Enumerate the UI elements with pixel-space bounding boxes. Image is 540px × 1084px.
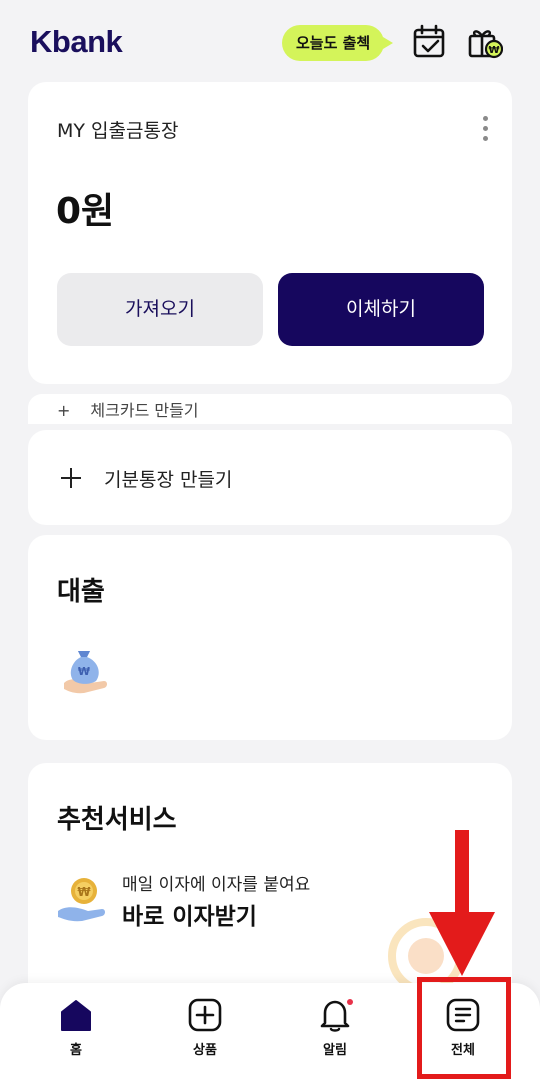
recommend-subtitle: 매일 이자에 이자를 붙여요 [122,875,311,895]
plus-square-icon [188,998,222,1032]
nav-home[interactable]: 홈 [36,997,116,1058]
account-card[interactable]: MY 입출금통장 0원 가져오기 이체하기 [28,82,512,384]
menu-list-icon [446,998,480,1032]
create-basic-account-card[interactable]: 기분통장 만들기 [28,430,512,525]
account-name: MY 입출금통장 [57,120,179,142]
calendar-check-icon[interactable] [412,24,448,60]
nav-home-label: 홈 [70,1043,82,1058]
loan-card[interactable]: 대출 ₩ [28,535,512,740]
loan-title: 대출 [57,577,105,607]
fetch-button[interactable]: 가져오기 [57,273,263,346]
nav-product-label: 상품 [193,1043,217,1058]
money-bag-icon[interactable]: ₩ [60,643,110,695]
nav-product[interactable]: 상품 [165,997,245,1058]
basic-account-label: 기분통장 만들기 [104,469,233,491]
svg-text:₩: ₩ [77,885,91,899]
plus-icon: + [57,401,71,420]
check-card-create-item[interactable]: + 체크카드 만들기 [28,394,512,424]
gift-won-icon[interactable]: ₩ [467,24,503,60]
kbank-logo: Kbank [30,24,123,59]
attendance-badge[interactable]: 오늘도 출첵 [282,25,394,61]
svg-text:₩: ₩ [78,665,90,678]
nav-all-label: 전체 [451,1043,475,1058]
home-icon [61,1000,91,1031]
nav-alert[interactable]: 알림 [295,997,375,1058]
nav-all[interactable]: 전체 [423,997,503,1058]
app-header: Kbank 오늘도 출첵 ₩ [0,0,540,82]
more-options-icon[interactable] [480,116,490,146]
bottom-navigation: 홈 상품 알림 전체 [0,983,540,1084]
transfer-button[interactable]: 이체하기 [278,273,484,346]
account-balance: 0원 [56,191,115,232]
nav-alert-label: 알림 [323,1043,347,1058]
svg-text:₩: ₩ [488,45,499,56]
plus-icon [61,468,81,488]
coin-hand-icon: ₩ [58,878,105,922]
notification-dot [347,999,353,1005]
recommend-title: 추천서비스 [57,805,177,835]
interest-now-label[interactable]: 바로 이자받기 [122,897,257,931]
check-card-label: 체크카드 만들기 [90,401,199,420]
